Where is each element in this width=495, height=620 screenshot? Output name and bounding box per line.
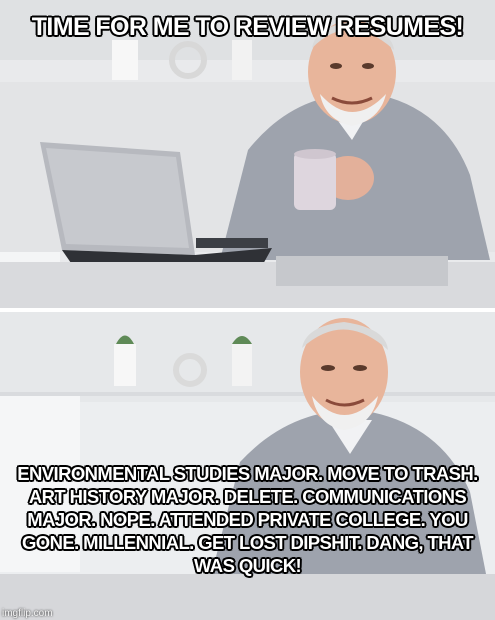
top-panel <box>0 0 495 308</box>
top-panel-scene <box>0 0 495 308</box>
imgflip-watermark: imgflip.com <box>2 608 53 619</box>
meme-image: TIME FOR ME TO REVIEW RESUMES! ENVIRONME… <box>0 0 495 620</box>
top-caption: TIME FOR ME TO REVIEW RESUMES! <box>31 13 464 41</box>
bottom-caption: ENVIRONMENTAL STUDIES MAJOR. MOVE TO TRA… <box>17 463 478 576</box>
